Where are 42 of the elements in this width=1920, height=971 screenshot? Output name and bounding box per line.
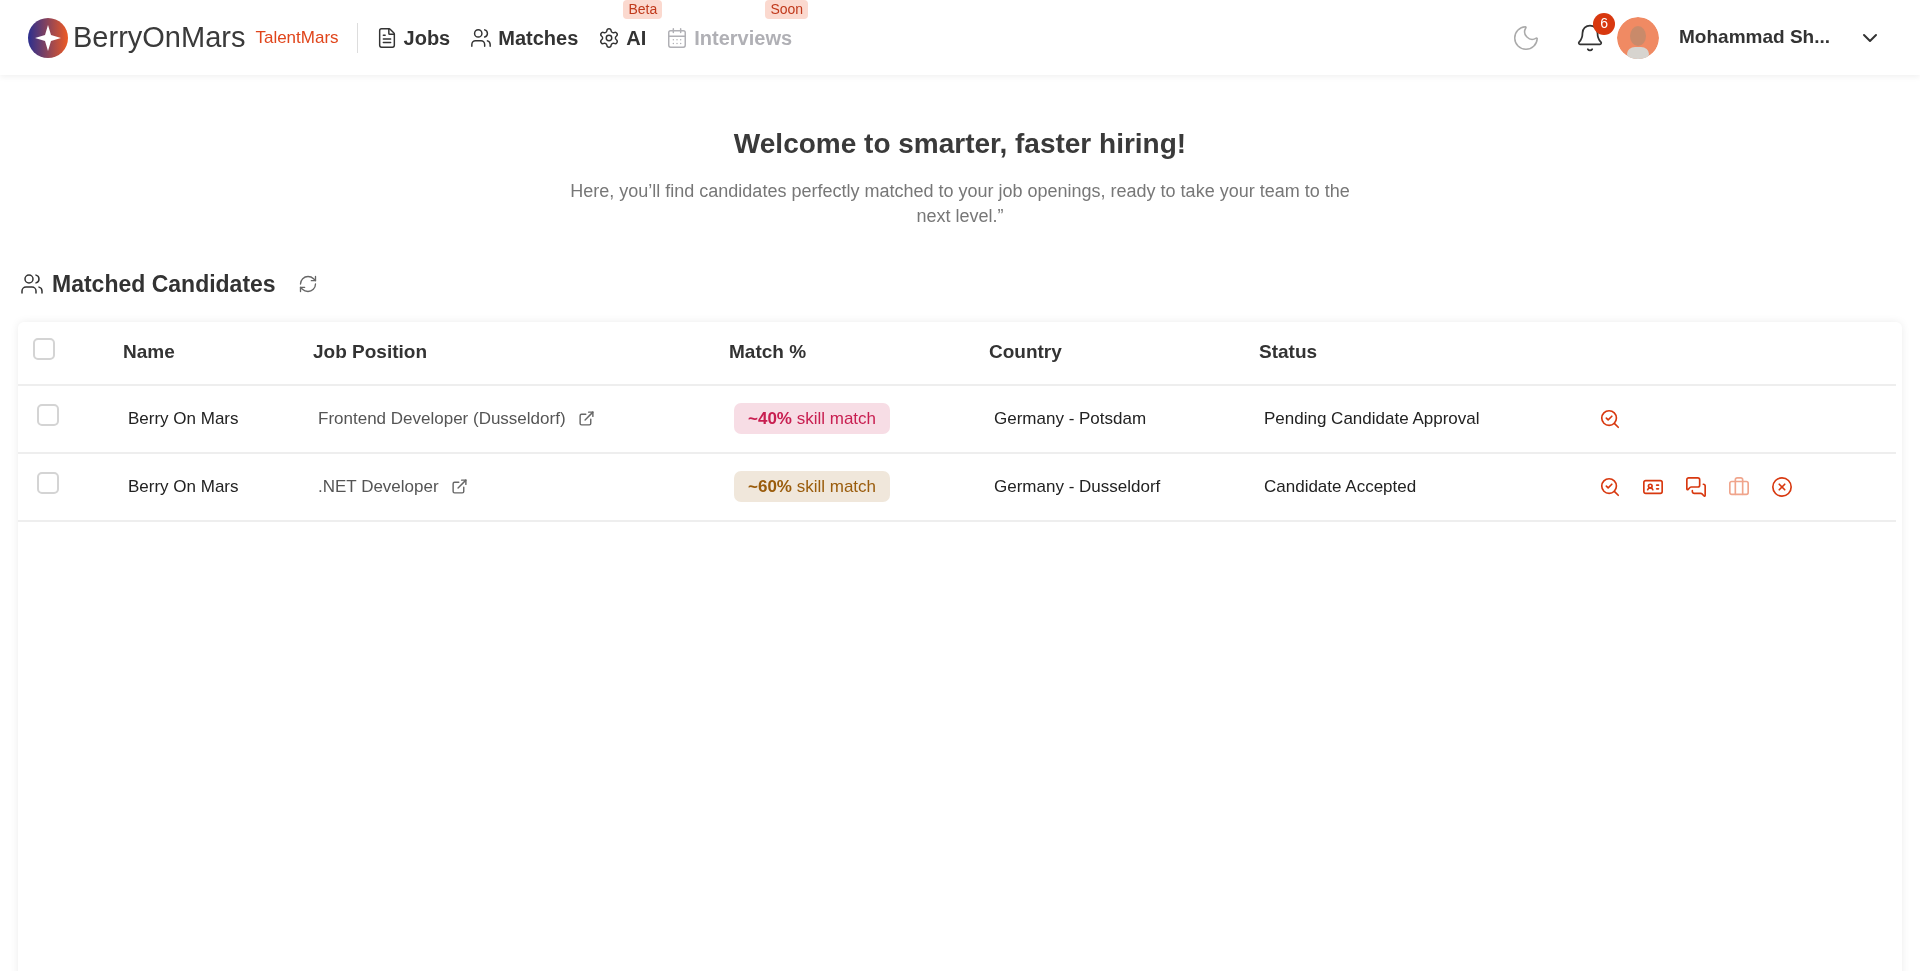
product-name: TalentMars	[255, 26, 339, 49]
gear-icon	[598, 26, 621, 49]
table-cell: Berry On Mars	[128, 408, 239, 428]
people-icon	[20, 272, 44, 297]
refresh-icon[interactable]	[297, 274, 318, 295]
nav-badge: Soon	[765, 0, 809, 19]
table-cell: Berry On Mars	[128, 476, 239, 496]
reject-icon[interactable]	[1771, 475, 1793, 498]
match-badge: ~40% skill match	[734, 402, 891, 434]
calendar-icon	[666, 26, 689, 49]
chat-icon[interactable]	[1685, 475, 1707, 498]
table-cell: Pending Candidate Approval	[1264, 408, 1480, 428]
brand-name: BerryOnMars	[73, 19, 246, 55]
match-badge: ~60% skill match	[734, 470, 891, 502]
logo-icon	[28, 17, 68, 58]
column-header: Name	[123, 340, 176, 365]
column-header: Match %	[729, 340, 808, 365]
job-link[interactable]: Frontend Developer (Dusseldorf)	[318, 405, 566, 432]
external-link-icon[interactable]	[577, 410, 595, 427]
notification-count: 6	[1593, 12, 1616, 35]
welcome-text: Here, you’ll find candidates perfectly matched to your job openings, ready to take your team to the next level.”	[569, 180, 1351, 228]
column-header: Job Position	[313, 340, 428, 365]
section-title: Matched Candidates	[52, 270, 276, 299]
table-cell: Germany - Dusseldorf	[994, 476, 1161, 496]
nav-link[interactable]: Jobs	[375, 22, 451, 53]
checkbox[interactable]	[33, 338, 55, 360]
checkbox[interactable]	[37, 403, 59, 426]
job-link[interactable]: .NET Developer	[318, 473, 439, 500]
nav-badge: Beta	[623, 0, 663, 19]
table-cell: Candidate Accepted	[1264, 476, 1417, 496]
people-icon	[470, 26, 493, 49]
column-header: Country	[989, 340, 1063, 365]
nav-link[interactable]: AI	[598, 22, 647, 53]
checkbox[interactable]	[37, 471, 59, 494]
user-name[interactable]: Mohammad Sh...	[1679, 23, 1830, 52]
welcome-title: Welcome to smarter, faster hiring!	[733, 127, 1187, 161]
table-cell: Germany - Potsdam	[994, 408, 1147, 428]
view-profile-icon[interactable]	[1599, 407, 1621, 430]
external-link-icon[interactable]	[450, 478, 468, 495]
column-header: Status	[1259, 340, 1319, 365]
view-profile-icon[interactable]	[1599, 475, 1621, 498]
nav-link[interactable]: Matches	[470, 22, 579, 53]
